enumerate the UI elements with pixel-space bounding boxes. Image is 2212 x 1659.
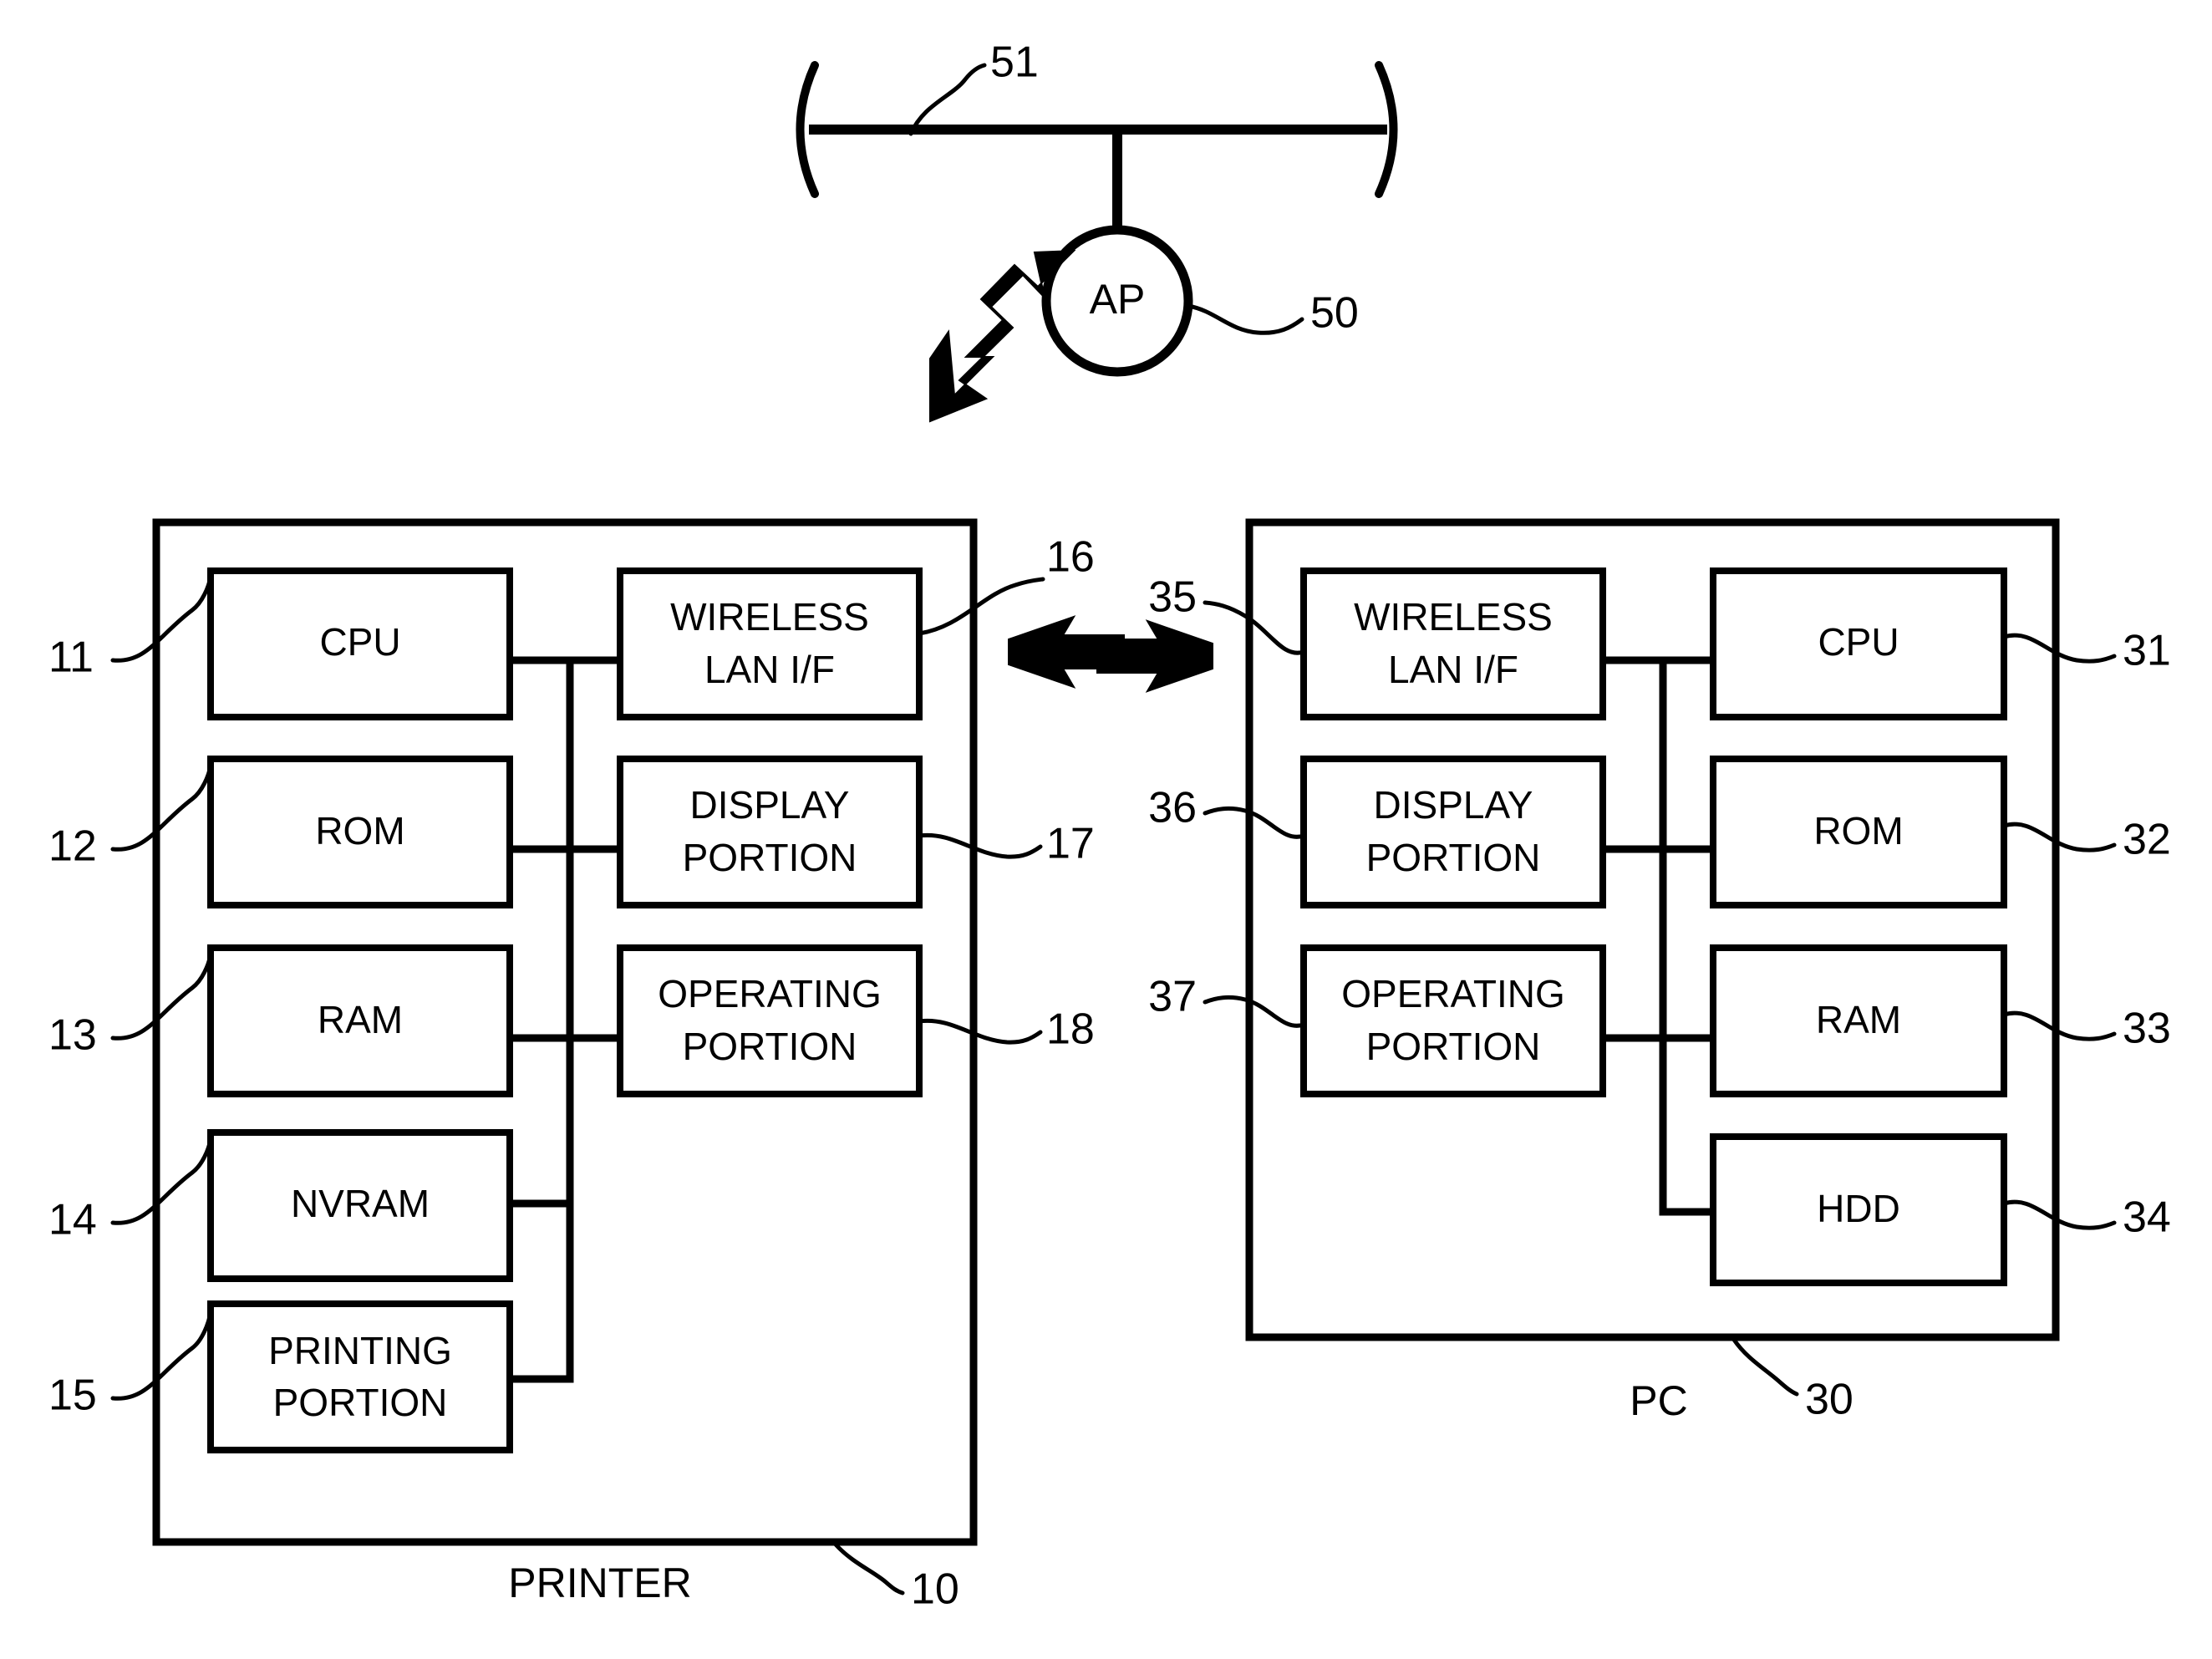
ref-14-leader	[110, 1137, 213, 1225]
access-point-label: AP	[1090, 276, 1146, 323]
ref-number-17: 17	[1046, 820, 1095, 868]
ref-number-32: 32	[2123, 816, 2171, 864]
printer-block-printing-portion-label-line1: PRINTING	[268, 1329, 452, 1372]
printer-block-operating-portion-label-line2: PORTION	[683, 1025, 857, 1068]
ref-number-15: 15	[48, 1371, 97, 1420]
ref-number-34: 34	[2123, 1193, 2171, 1242]
access-point-group: AP 50	[1041, 225, 1359, 377]
ref-35-leader	[1203, 600, 1306, 655]
pc-block-cpu-label: CPU	[1818, 620, 1899, 664]
pc-block-display-portion-label-line1: DISPLAY	[1374, 783, 1533, 827]
ref-number-10: 10	[911, 1565, 959, 1614]
printer-block-printing-portion-label-line2: PORTION	[273, 1381, 448, 1424]
pc-block-ram-label: RAM	[1816, 998, 1901, 1041]
ref-51-leader	[908, 63, 987, 136]
ref-number-11: 11	[48, 634, 94, 682]
ref-number-50: 50	[1310, 289, 1359, 338]
ref-15-leader	[110, 1310, 213, 1401]
printer-block-rom-label: ROM	[315, 809, 404, 852]
printer-block-wireless-lan-if-label-line1: WIRELESS	[670, 595, 869, 639]
pc-block-wireless-lan-if-label-line1: WIRELESS	[1354, 595, 1553, 639]
pc-block-display-portion	[1300, 756, 1606, 908]
pc-block-operating-portion	[1300, 944, 1606, 1097]
pc-group: WIRELESS LAN I/F 35 DISPLAY PORTION 36 O…	[1148, 518, 2171, 1424]
printer-device-label: PRINTER	[508, 1560, 691, 1606]
ref-number-18: 18	[1046, 1005, 1095, 1054]
pc-block-wireless-lan-if-label-line2: LAN I/F	[1388, 648, 1518, 691]
pc-block-operating-portion-label-line1: OPERATING	[1341, 972, 1565, 1015]
ref-number-36: 36	[1148, 784, 1197, 832]
ref-36-leader	[1203, 806, 1306, 839]
printer-group: CPU 11 ROM 12 RAM 13 NVRAM 14 PRINTING P…	[48, 518, 1095, 1614]
wireless-link-printer-pc	[1008, 615, 1213, 693]
ref-12-leader	[110, 763, 213, 852]
ref-17-leader	[917, 832, 1043, 859]
pc-device-label: PC	[1630, 1377, 1687, 1424]
printer-block-operating-portion	[617, 944, 923, 1097]
ref-number-51: 51	[990, 38, 1039, 87]
pc-block-hdd-label: HDD	[1817, 1187, 1900, 1230]
pc-block-rom-label: ROM	[1813, 809, 1903, 852]
ref-number-35: 35	[1148, 573, 1197, 622]
ref-number-16: 16	[1046, 533, 1095, 582]
printer-block-wireless-lan-if-label-line2: LAN I/F	[704, 648, 835, 691]
ref-30-leader	[1731, 1337, 1799, 1397]
printer-block-display-portion-label-line1: DISPLAY	[690, 783, 850, 827]
ref-number-14: 14	[48, 1196, 97, 1244]
printer-block-cpu-label: CPU	[319, 620, 400, 664]
ref-50-leader	[1186, 303, 1304, 335]
ref-10-leader	[833, 1542, 905, 1595]
printer-block-display-portion	[617, 756, 923, 908]
ref-number-12: 12	[48, 822, 97, 871]
ref-11-leader	[110, 574, 213, 663]
patent-block-diagram: 51 AP 50 CPU 11 ROM 12 RAM 13 NVRAM 14 P…	[0, 0, 2212, 1659]
pc-block-operating-portion-label-line2: PORTION	[1366, 1025, 1541, 1068]
ref-number-30: 30	[1805, 1376, 1854, 1424]
lightning-arrow-right-head	[1096, 619, 1213, 693]
ref-number-33: 33	[2123, 1005, 2171, 1053]
printer-block-printing-portion	[207, 1300, 513, 1453]
ref-37-leader	[1203, 995, 1306, 1028]
printer-block-nvram-label: NVRAM	[291, 1182, 430, 1225]
ref-13-leader	[110, 952, 213, 1041]
ref-18-leader	[917, 1018, 1043, 1045]
pc-block-display-portion-label-line2: PORTION	[1366, 836, 1541, 879]
printer-block-display-portion-label-line2: PORTION	[683, 836, 857, 879]
ref-16-leader	[917, 577, 1045, 636]
network-bus-group: 51	[796, 38, 1398, 230]
printer-block-wireless-lan-if	[617, 567, 923, 720]
ref-number-31: 31	[2123, 627, 2171, 675]
ref-number-13: 13	[48, 1011, 97, 1060]
diagram-canvas: 51 AP 50 CPU 11 ROM 12 RAM 13 NVRAM 14 P…	[48, 38, 2171, 1614]
printer-block-ram-label: RAM	[318, 998, 403, 1041]
printer-block-operating-portion-label-line1: OPERATING	[658, 972, 882, 1015]
pc-block-wireless-lan-if	[1300, 567, 1606, 720]
ref-number-37: 37	[1148, 973, 1197, 1021]
